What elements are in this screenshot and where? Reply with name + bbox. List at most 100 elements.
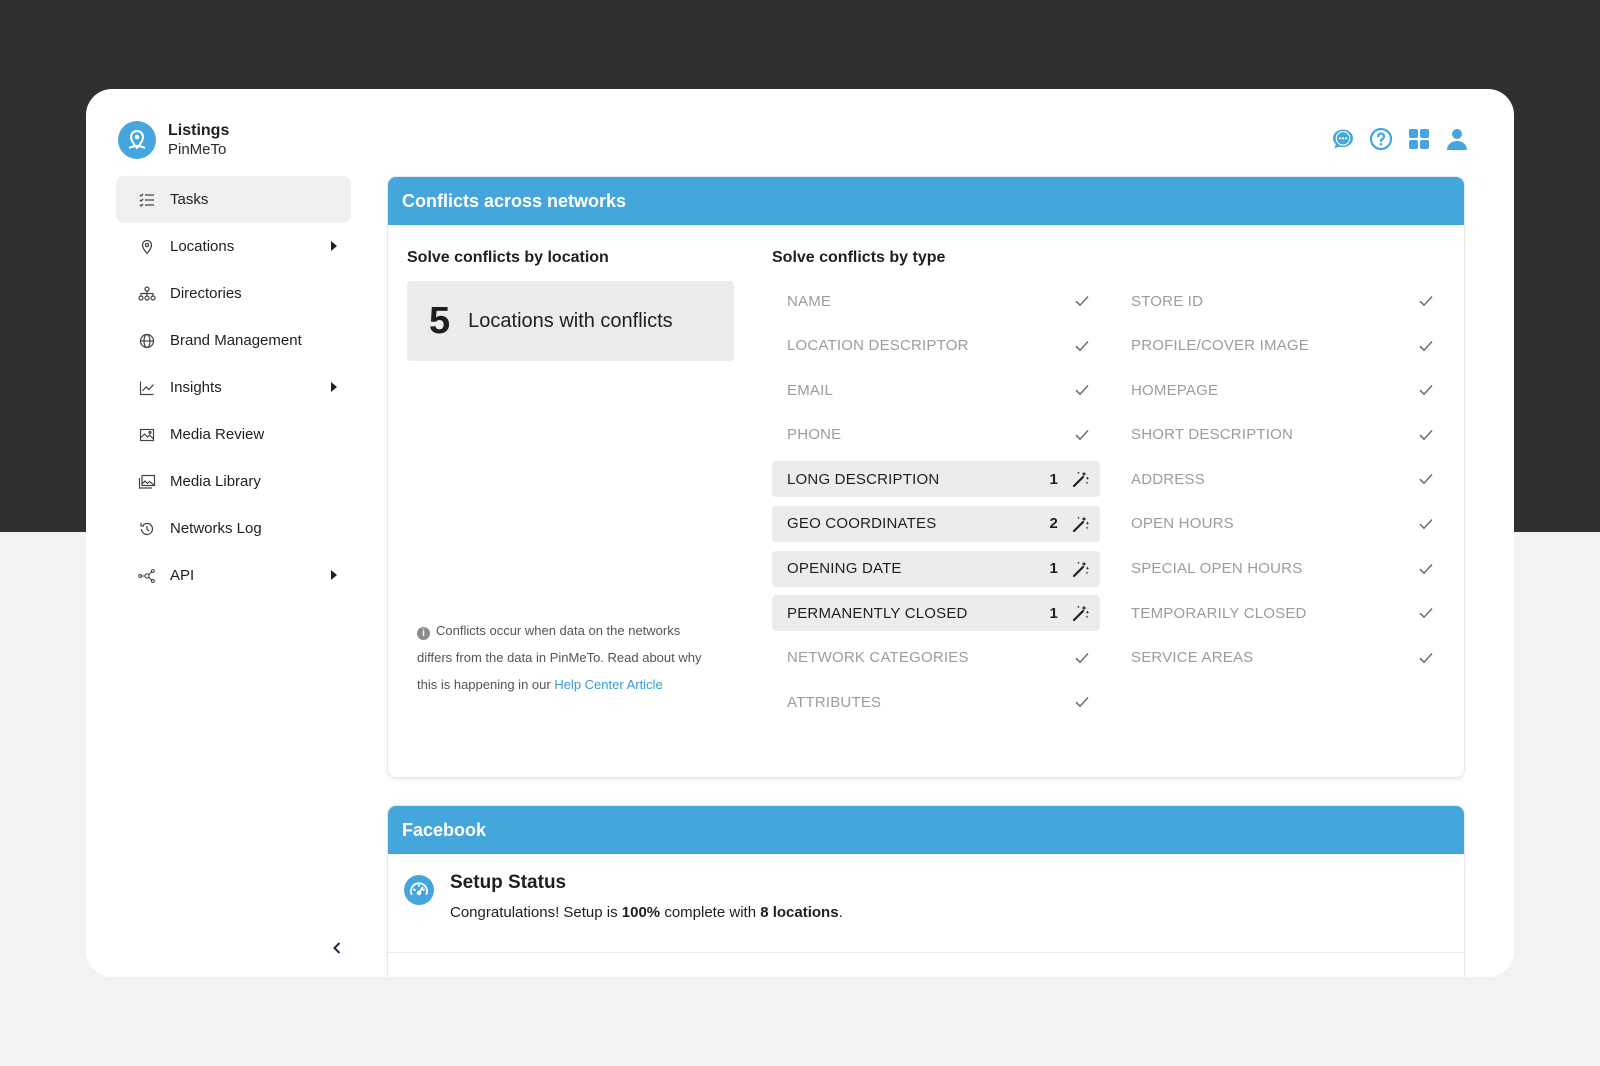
conflicts-by-type: Solve conflicts by type NAME LOCATION DES…: [772, 249, 1444, 711]
magic-wand-icon: [1072, 515, 1090, 533]
setup-locations: 8 locations: [760, 904, 839, 921]
caret-right-icon: [331, 241, 337, 251]
setup-text-prefix: Congratulations! Setup is: [450, 904, 622, 921]
apps-grid-icon[interactable]: [1406, 126, 1432, 152]
sidebar-item-label: Media Review: [170, 426, 265, 443]
checkmark-icon: [1074, 427, 1090, 443]
line-chart-icon: [138, 379, 156, 397]
conflict-count: 2: [1049, 515, 1058, 533]
conflict-location-label: Locations with conflicts: [468, 309, 673, 332]
help-icon[interactable]: [1368, 126, 1394, 152]
setup-text-suffix: .: [838, 904, 843, 921]
sidebar-item-label: Locations: [170, 238, 235, 255]
panel-title: Facebook: [388, 806, 1464, 854]
checkmark-icon: [1418, 382, 1434, 398]
conflict-type-label: LONG DESCRIPTION: [787, 470, 940, 488]
conflict-type-short-description: SHORT DESCRIPTION: [1116, 417, 1444, 453]
conflict-type-address: ADDRESS: [1116, 461, 1444, 497]
listings-logo-icon: [118, 121, 156, 159]
conflict-type-service-areas: SERVICE AREAS: [1116, 640, 1444, 676]
checkmark-icon: [1418, 561, 1434, 577]
conflict-type-network-categories: NETWORK CATEGORIES: [772, 640, 1100, 676]
sidebar-item-directories[interactable]: Directories: [116, 270, 351, 317]
magic-wand-icon: [1072, 470, 1090, 488]
sidebar-item-label: Networks Log: [170, 520, 262, 537]
header-actions: [1330, 126, 1470, 152]
conflict-type-label: NAME: [787, 292, 832, 310]
tasks-icon: [138, 191, 156, 209]
speedometer-icon: [404, 875, 434, 905]
sidebar-nav: Tasks Locations Directories Brand Manage…: [116, 176, 351, 599]
sidebar-item-label: API: [170, 567, 195, 584]
globe-icon: [138, 332, 156, 350]
conflict-type-label: GEO COORDINATES: [787, 515, 937, 533]
conflict-type-special-open-hours: SPECIAL OPEN HOURS: [1116, 551, 1444, 587]
checkmark-icon: [1074, 338, 1090, 354]
app-title: Listings: [168, 122, 230, 139]
conflict-type-label: PHONE: [787, 426, 842, 444]
conflict-type-label: SPECIAL OPEN HOURS: [1131, 560, 1303, 578]
locations-with-conflicts-button[interactable]: 5 Locations with conflicts: [407, 281, 734, 361]
conflict-type-name: NAME: [772, 283, 1100, 319]
app-subtitle: PinMeTo: [168, 141, 227, 158]
sidebar-item-label: Media Library: [170, 473, 261, 490]
conflict-location-count: 5: [429, 299, 451, 342]
checkmark-icon: [1418, 605, 1434, 621]
sidebar-item-tasks[interactable]: Tasks: [116, 176, 351, 223]
user-icon[interactable]: [1444, 126, 1470, 152]
setup-description: Congratulations! Setup is 100% complete …: [450, 904, 843, 921]
conflict-type-store-id: STORE ID: [1116, 283, 1444, 319]
conflicts-by-location: Solve conflicts by location 5 Locations …: [407, 249, 734, 361]
sidebar-item-networks-log[interactable]: Networks Log: [116, 505, 351, 552]
conflict-type-long-description[interactable]: LONG DESCRIPTION 1: [772, 461, 1100, 498]
conflict-type-permanently-closed[interactable]: PERMANENTLY CLOSED 1: [772, 595, 1100, 632]
magic-wand-icon: [1072, 604, 1090, 622]
conflict-type-geo-coordinates[interactable]: GEO COORDINATES 2: [772, 505, 1100, 542]
conflict-type-label: HOMEPAGE: [1131, 381, 1219, 399]
checkmark-icon: [1074, 382, 1090, 398]
sidebar-item-label: Directories: [170, 285, 242, 302]
sidebar-item-api[interactable]: API: [116, 552, 351, 599]
setup-percent: 100%: [621, 904, 661, 921]
sidebar-item-brand-management[interactable]: Brand Management: [116, 317, 351, 364]
checkmark-icon: [1418, 516, 1434, 532]
checkmark-icon: [1418, 427, 1434, 443]
sidebar-item-insights[interactable]: Insights: [116, 364, 351, 411]
checkmark-icon: [1074, 694, 1090, 710]
api-icon: [138, 567, 156, 585]
panel-title: Conflicts across networks: [388, 177, 1464, 225]
checkmark-icon: [1418, 471, 1434, 487]
checkmark-icon: [1418, 650, 1434, 666]
conflict-type-label: SHORT DESCRIPTION: [1131, 426, 1294, 444]
conflict-type-phone: PHONE: [772, 417, 1100, 453]
conflict-type-attributes: ATTRIBUTES: [772, 684, 1100, 720]
conflict-count: 1: [1049, 470, 1058, 488]
magic-wand-icon: [1072, 560, 1090, 578]
collapse-sidebar-button[interactable]: [330, 941, 344, 955]
sidebar-item-media-library[interactable]: Media Library: [116, 458, 351, 505]
location-pin-icon: [138, 238, 156, 256]
help-center-link[interactable]: Help Center Article: [554, 677, 662, 692]
conflict-type-label: PERMANENTLY CLOSED: [787, 604, 968, 622]
conflict-type-label: OPENING DATE: [787, 560, 902, 578]
brand[interactable]: Listings PinMeTo: [118, 121, 229, 159]
section-title: Solve conflicts by location: [407, 249, 609, 266]
conflict-type-column-right: STORE ID PROFILE/COVER IMAGE HOMEPAGE SHORT…: [1116, 283, 1444, 684]
conflicts-info-note: i Conflicts occur when data on the networ…: [417, 617, 717, 698]
facebook-panel: Facebook Setup Status Congratulations! S…: [388, 806, 1464, 977]
conflict-type-homepage: HOMEPAGE: [1116, 372, 1444, 408]
chat-icon[interactable]: [1330, 126, 1356, 152]
caret-right-icon: [331, 570, 337, 580]
sidebar-item-locations[interactable]: Locations: [116, 223, 351, 270]
conflict-type-label: SERVICE AREAS: [1131, 649, 1254, 667]
conflict-type-label: LOCATION DESCRIPTOR: [787, 337, 969, 355]
sidebar-item-media-review[interactable]: Media Review: [116, 411, 351, 458]
conflict-type-label: STORE ID: [1131, 292, 1204, 310]
setup-title: Setup Status: [450, 872, 567, 893]
conflict-type-email: EMAIL: [772, 372, 1100, 408]
conflict-type-opening-date[interactable]: OPENING DATE 1: [772, 550, 1100, 587]
checkmark-icon: [1074, 293, 1090, 309]
conflict-type-profile-cover-image: PROFILE/COVER IMAGE: [1116, 328, 1444, 364]
conflict-type-temporarily-closed: TEMPORARILY CLOSED: [1116, 595, 1444, 631]
directories-icon: [138, 285, 156, 303]
